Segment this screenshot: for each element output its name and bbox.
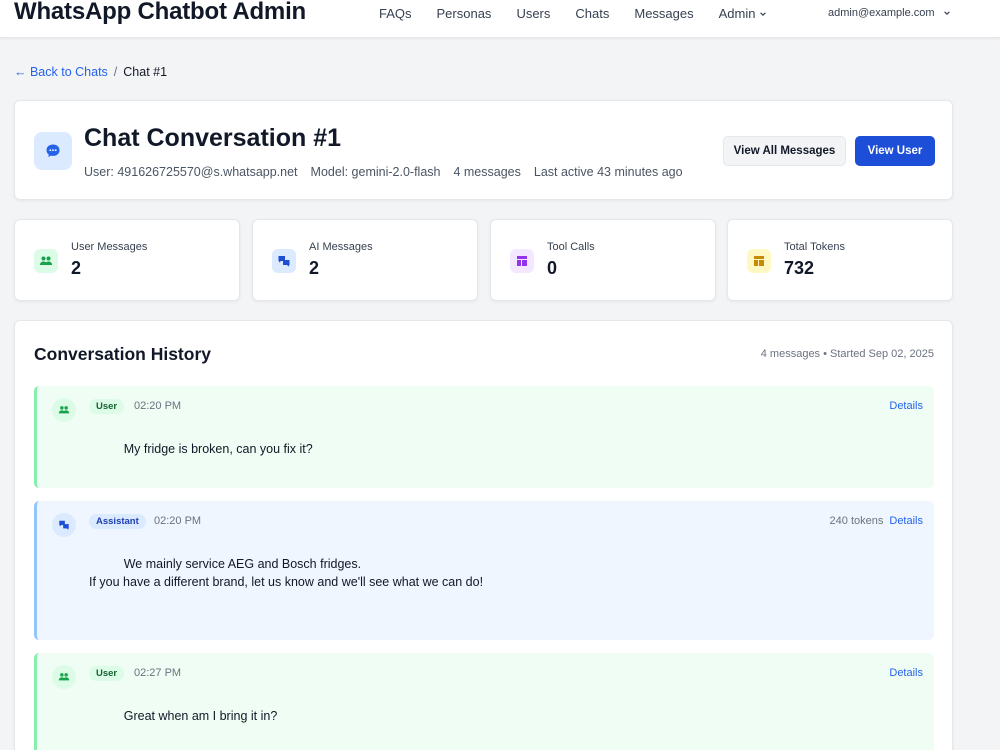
message-item: User 02:27 PM Details Great when am I br… (34, 653, 934, 750)
role-badge: User (89, 399, 125, 414)
details-link[interactable]: Details (889, 667, 923, 679)
page-title: Chat Conversation #1 (84, 124, 342, 152)
chat-bubbles-icon (272, 249, 296, 273)
chat-meta: User: 491626725570@s.whatsapp.net Model:… (84, 165, 683, 179)
view-all-messages-button[interactable]: View All Messages (723, 136, 846, 166)
message-time: 02:27 PM (134, 667, 182, 679)
details-link[interactable]: Details (889, 400, 923, 412)
section-title: Conversation History (34, 344, 211, 364)
details-link[interactable]: Details (889, 515, 923, 527)
message-text: My fridge is broken, can you fix it? (89, 442, 313, 456)
stat-card-ai-messages: AI Messages 2 (252, 219, 478, 301)
chat-last-active: Last active 43 minutes ago (533, 165, 683, 179)
breadcrumb-separator: / (113, 65, 118, 79)
stat-card-tool-calls: Tool Calls 0 (490, 219, 716, 301)
role-badge: Assistant (89, 514, 146, 529)
layout-icon (510, 249, 534, 273)
chevron-down-icon (760, 11, 767, 16)
nav-admin-label: Admin (718, 6, 756, 21)
view-user-button[interactable]: View User (855, 136, 935, 166)
layout-icon (747, 249, 771, 273)
user-email: admin@example.com (828, 7, 935, 19)
nav-link-faqs[interactable]: FAQs (379, 6, 412, 21)
message-item: Assistant 02:20 PM 240 tokens Details We… (34, 501, 934, 640)
conversation-history-card: Conversation History 4 messages • Starte… (14, 320, 953, 750)
nav-links: FAQs Personas Users Chats Messages Admin (379, 6, 792, 21)
breadcrumb: ← Back to Chats / Chat #1 (14, 65, 167, 79)
brand-title[interactable]: WhatsApp Chatbot Admin (14, 0, 306, 26)
message-time: 02:20 PM (134, 400, 182, 412)
nav-link-users[interactable]: Users (516, 6, 550, 21)
chat-bubble-icon (34, 132, 72, 170)
history-meta: 4 messages • Started Sep 02, 2025 (760, 348, 934, 360)
stat-value: 732 (784, 258, 815, 278)
back-to-chats-link[interactable]: ← Back to Chats (14, 65, 108, 79)
message-actions: Details (889, 400, 923, 412)
stat-label: Tool Calls (547, 241, 595, 253)
chat-model: Model: gemini-2.0-flash (310, 165, 441, 179)
chevron-down-icon (943, 11, 950, 16)
message-actions: 240 tokens Details (830, 515, 923, 527)
user-menu[interactable]: admin@example.com (828, 7, 951, 19)
stat-value: 0 (547, 258, 558, 278)
breadcrumb-current: Chat #1 (123, 65, 168, 79)
chat-header-card: Chat Conversation #1 User: 491626725570@… (14, 100, 953, 200)
message-text: We mainly service AEG and Bosch fridges.… (89, 557, 484, 589)
stat-label: AI Messages (309, 241, 373, 253)
message-actions: Details (889, 667, 923, 679)
message-text: Great when am I bring it in? (89, 709, 278, 723)
role-badge: User (89, 666, 125, 681)
stat-label: Total Tokens (784, 241, 845, 253)
nav-link-personas[interactable]: Personas (437, 6, 492, 21)
message-time: 02:20 PM (154, 515, 202, 527)
users-icon (52, 398, 76, 422)
stat-value: 2 (71, 258, 82, 278)
chat-message-count: 4 messages (453, 165, 521, 179)
token-count: 240 tokens (829, 515, 884, 527)
top-navbar: WhatsApp Chatbot Admin FAQs Personas Use… (0, 0, 1000, 38)
stat-card-total-tokens: Total Tokens 732 (727, 219, 953, 301)
chat-bubbles-icon (52, 513, 76, 537)
users-icon (34, 249, 58, 273)
users-icon (52, 665, 76, 689)
stat-value: 2 (309, 258, 320, 278)
nav-admin-dropdown[interactable]: Admin (719, 6, 768, 21)
stat-card-user-messages: User Messages 2 (14, 219, 240, 301)
nav-link-chats[interactable]: Chats (575, 6, 609, 21)
nav-link-messages[interactable]: Messages (634, 6, 693, 21)
message-item: User 02:20 PM Details My fridge is broke… (34, 386, 934, 488)
stat-label: User Messages (71, 241, 148, 253)
chat-user: User: 491626725570@s.whatsapp.net (84, 165, 298, 179)
